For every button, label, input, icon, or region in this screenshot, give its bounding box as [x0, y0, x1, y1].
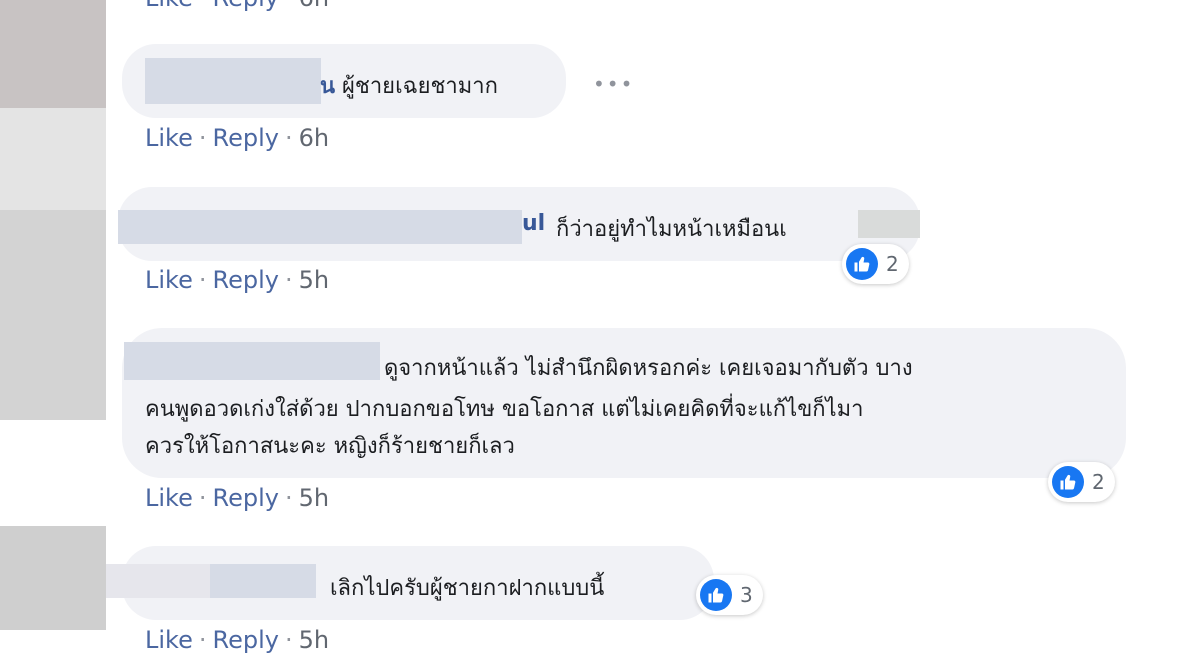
comment-time: 6h: [298, 124, 330, 152]
comment-text: เลิกไปครับผู้ชายกาฝากแบบนี้: [330, 576, 605, 601]
separator: ·: [284, 124, 293, 152]
reaction-count: 2: [886, 252, 899, 276]
separator: ·: [284, 484, 293, 512]
like-link[interactable]: Like: [145, 0, 193, 12]
separator: ·: [284, 626, 293, 654]
comment-author[interactable]: ul: [522, 211, 545, 236]
reply-link[interactable]: Reply: [213, 266, 279, 294]
thumbs-up-icon: [1052, 466, 1084, 498]
separator: ·: [198, 626, 207, 654]
reaction-badge[interactable]: 3: [696, 575, 763, 615]
comment-author[interactable]: น: [320, 68, 335, 103]
blurred-text: [858, 210, 920, 238]
comment-time: 6h: [299, 0, 329, 12]
comment-actions: Like · Reply · 5h: [145, 484, 329, 512]
reply-link[interactable]: Reply: [213, 626, 279, 654]
reaction-count: 2: [1092, 470, 1105, 494]
comment-text-line: ดูจากหน้าแล้ว ไม่สำนึกผิดหรอกค่ะ เคยเจอม…: [384, 356, 913, 381]
like-link[interactable]: Like: [145, 124, 193, 152]
like-link[interactable]: Like: [145, 626, 193, 654]
comment-actions: Like · Reply · 6h: [145, 0, 329, 12]
comment-time: 5h: [298, 626, 330, 654]
like-link[interactable]: Like: [145, 484, 193, 512]
comment-text: ผู้ชายเฉยชามาก: [342, 74, 498, 99]
blurred-author-name: [124, 342, 380, 380]
like-link[interactable]: Like: [145, 266, 193, 294]
comment-text: ก็ว่าอยู่ทำไมหน้าเหมือนเ: [556, 217, 787, 242]
thumbs-up-icon: [846, 248, 878, 280]
avatar: [0, 108, 106, 210]
comment-text-line: คนพูดอวดเก่งใส่ด้วย ปากบอกขอโทษ ขอโอกาส …: [145, 397, 864, 422]
separator: ·: [285, 0, 293, 12]
comment-actions: Like · Reply · 5h: [145, 626, 329, 654]
separator: ·: [199, 0, 207, 12]
avatar: [0, 0, 106, 108]
blurred-author-name: [106, 564, 210, 598]
reply-link[interactable]: Reply: [213, 124, 279, 152]
separator: ·: [198, 124, 207, 152]
comment-time: 5h: [298, 484, 330, 512]
blurred-author-name: [118, 210, 522, 244]
comment-actions: Like · Reply · 5h: [145, 266, 329, 294]
reply-link[interactable]: Reply: [213, 484, 279, 512]
thumbs-up-icon: [700, 579, 732, 611]
reaction-badge[interactable]: 2: [1048, 462, 1115, 502]
comment-actions: Like·Reply·6h: [145, 124, 329, 152]
separator: ·: [198, 266, 207, 294]
blurred-author-name: [210, 564, 316, 598]
reaction-badge[interactable]: 2: [842, 244, 909, 284]
comment-text-line: ควรให้โอกาสนะคะ หญิงก็ร้ายชายก็เลว: [145, 434, 515, 459]
reaction-count: 3: [740, 583, 753, 607]
comment-time: 5h: [298, 266, 330, 294]
blurred-author-name: [145, 58, 321, 104]
avatar: [0, 526, 106, 630]
reply-link[interactable]: Reply: [213, 0, 279, 12]
more-options-icon[interactable]: •••: [593, 72, 634, 96]
separator: ·: [284, 266, 293, 294]
separator: ·: [198, 484, 207, 512]
avatar: [0, 210, 106, 420]
